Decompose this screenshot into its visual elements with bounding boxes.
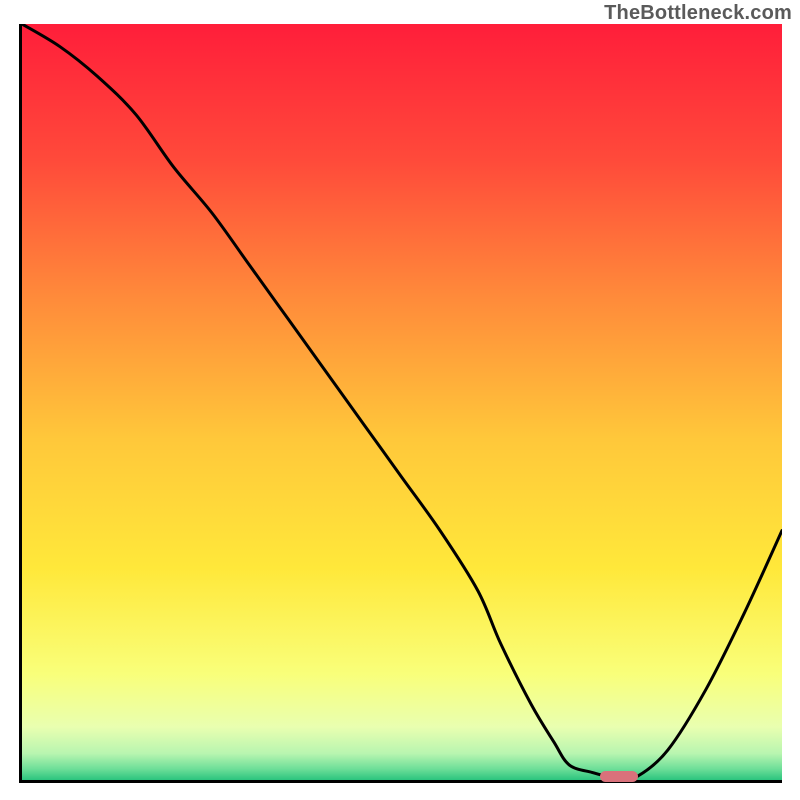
watermark-text: TheBottleneck.com: [604, 2, 792, 25]
bottleneck-curve: [22, 24, 782, 780]
chart-container: TheBottleneck.com: [0, 0, 800, 800]
optimal-range-marker: [600, 771, 638, 782]
